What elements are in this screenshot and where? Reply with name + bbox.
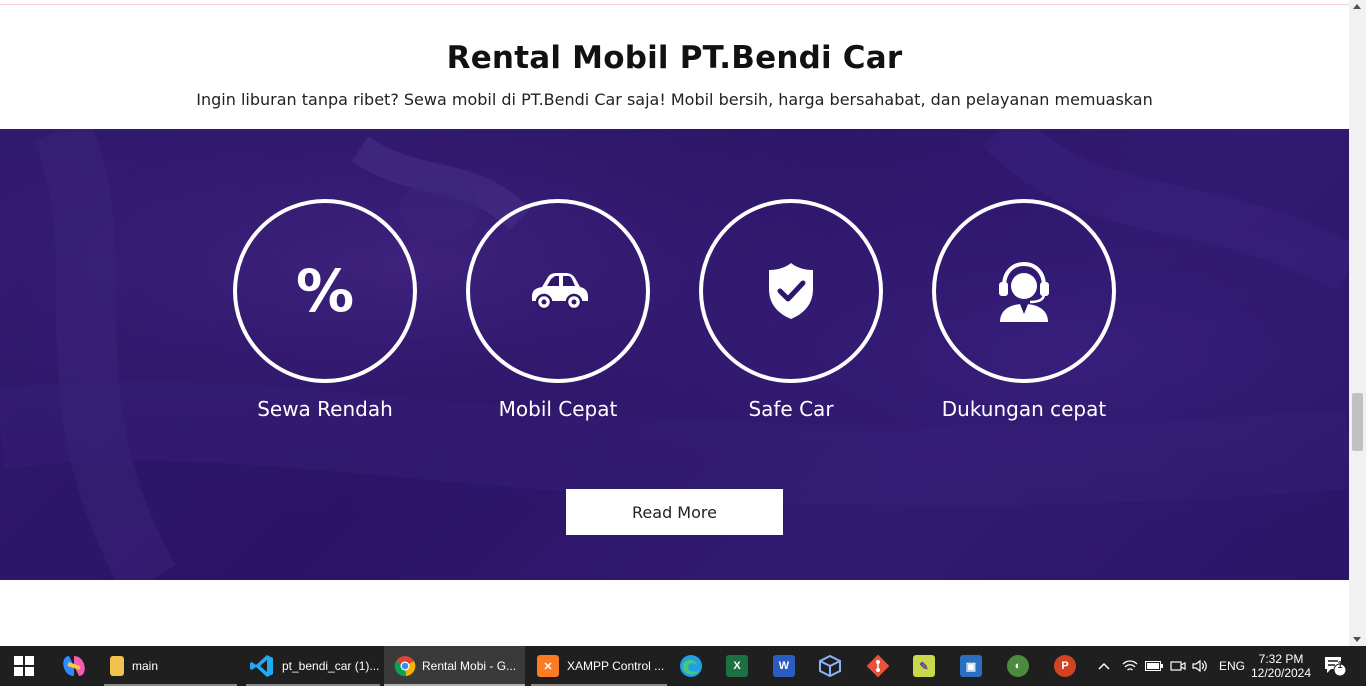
page-subtitle: Ingin liburan tanpa ribet? Sewa mobil di… xyxy=(196,90,1153,109)
tray-meet[interactable] xyxy=(1170,646,1186,686)
speaker-icon xyxy=(1192,659,1207,673)
scroll-up-icon[interactable] xyxy=(1353,4,1361,9)
taskbar-virtualbox[interactable] xyxy=(819,646,841,686)
excel-icon: X xyxy=(726,655,748,677)
git-icon xyxy=(866,654,890,678)
page-title: Rental Mobil PT.Bendi Car xyxy=(446,40,903,76)
tray-battery[interactable] xyxy=(1145,646,1163,686)
windows-taskbar: main pt_bendi_car (1)... Rental Mobi - G… xyxy=(0,646,1366,686)
feature-label: Dukungan cepat xyxy=(941,397,1107,421)
feature-label: Mobil Cepat xyxy=(498,397,618,421)
taskbar-git[interactable] xyxy=(866,646,890,686)
taskbar-powerpoint[interactable]: P xyxy=(1054,646,1076,686)
tray-clock[interactable]: 7:32 PM 12/20/2024 xyxy=(1250,646,1312,686)
features-band: % Sewa Rendah Mobil Cepat Safe Car Dukun… xyxy=(0,129,1349,580)
feature-sewa-rendah: % Sewa Rendah xyxy=(233,199,417,421)
intro-section: Rental Mobil PT.Bendi Car Ingin liburan … xyxy=(0,0,1349,129)
feature-label: Safe Car xyxy=(748,397,834,421)
tray-notifications[interactable]: 1 xyxy=(1323,646,1347,686)
clock-date: 12/20/2024 xyxy=(1250,666,1312,680)
shield-check-icon xyxy=(769,263,813,319)
taskbar-network-tool[interactable]: ▣ xyxy=(960,646,982,686)
feature-dukungan-cepat: Dukungan cepat xyxy=(932,199,1116,421)
scroll-thumb[interactable] xyxy=(1352,393,1363,451)
taskbar-label: main xyxy=(132,659,159,673)
network-tool-icon: ▣ xyxy=(960,655,982,677)
wifi-icon xyxy=(1122,660,1138,671)
start-button[interactable] xyxy=(14,646,34,686)
page-scrollbar[interactable] xyxy=(1349,0,1366,646)
tray-overflow-button[interactable] xyxy=(1097,646,1111,686)
notepad-icon: ✎ xyxy=(913,655,935,677)
language-label: ENG xyxy=(1219,659,1246,673)
tray-volume[interactable] xyxy=(1192,646,1208,686)
powerpoint-icon: P xyxy=(1054,655,1076,677)
read-more-button[interactable]: Read More xyxy=(566,489,783,535)
feature-ring: % xyxy=(233,199,417,383)
taskbar-label: XAMPP Control ... xyxy=(567,659,665,673)
file-explorer-icon xyxy=(110,656,124,676)
taskbar-word[interactable]: W xyxy=(773,646,795,686)
percent-icon: % xyxy=(295,257,355,325)
notification-count: 1 xyxy=(1337,660,1343,671)
scroll-down-icon[interactable] xyxy=(1353,637,1361,642)
taskbar-file-explorer[interactable]: main xyxy=(106,646,237,686)
tray-language[interactable]: ENG xyxy=(1219,646,1245,686)
feature-ring xyxy=(466,199,650,383)
feature-mobil-cepat: Mobil Cepat xyxy=(466,199,650,421)
app-icon: ◐ xyxy=(1007,655,1029,677)
taskbar-label: pt_bendi_car (1)... xyxy=(282,659,380,673)
feature-label: Sewa Rendah xyxy=(257,397,393,421)
taskbar-label: Rental Mobi - G... xyxy=(422,659,517,673)
vscode-icon xyxy=(250,655,273,677)
taskbar-chrome[interactable]: Rental Mobi - G... xyxy=(384,646,525,686)
feature-ring xyxy=(932,199,1116,383)
copilot-button[interactable] xyxy=(61,646,87,686)
chevron-up-icon xyxy=(1098,662,1110,670)
taskbar-excel[interactable]: X xyxy=(726,646,748,686)
car-icon xyxy=(532,273,588,311)
headset-support-icon xyxy=(999,261,1049,322)
chrome-icon xyxy=(394,656,416,677)
browser-viewport: Rental Mobil PT.Bendi Car Ingin liburan … xyxy=(0,0,1349,646)
xampp-icon: ✕ xyxy=(537,655,559,677)
taskbar-notepad[interactable]: ✎ xyxy=(913,646,935,686)
taskbar-xampp[interactable]: ✕ XAMPP Control ... xyxy=(533,646,667,686)
feature-ring xyxy=(699,199,883,383)
camera-icon xyxy=(1170,661,1186,671)
word-icon: W xyxy=(773,655,795,677)
windows-start-icon xyxy=(14,656,34,676)
tray-wifi[interactable] xyxy=(1122,646,1138,686)
taskbar-vscode[interactable]: pt_bendi_car (1)... xyxy=(246,646,380,686)
virtualbox-icon xyxy=(819,655,841,677)
battery-icon xyxy=(1145,661,1163,671)
feature-safe-car: Safe Car xyxy=(699,199,883,421)
taskbar-edge[interactable] xyxy=(679,646,703,686)
copilot-icon xyxy=(63,656,85,676)
clock-time: 7:32 PM xyxy=(1258,652,1304,666)
edge-icon xyxy=(680,655,702,677)
taskbar-app[interactable]: ◐ xyxy=(1007,646,1029,686)
